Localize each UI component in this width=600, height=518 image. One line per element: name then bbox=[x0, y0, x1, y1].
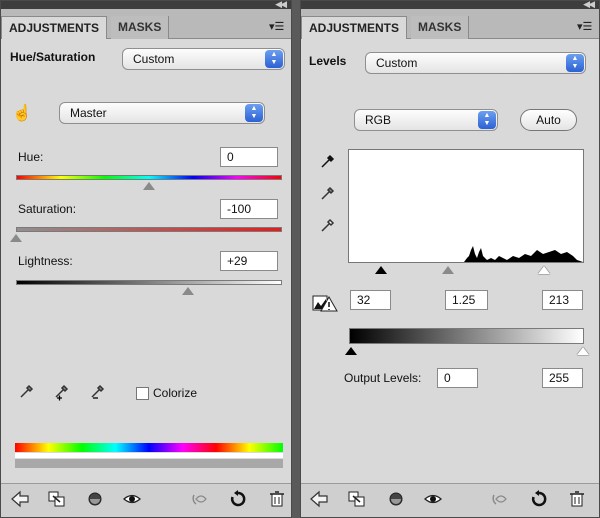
black-point-eyedropper-icon[interactable] bbox=[318, 152, 338, 172]
bar-separator bbox=[15, 453, 283, 458]
panel-top-strip: ◀◀ bbox=[301, 1, 599, 9]
preset-select-value: Custom bbox=[376, 56, 418, 70]
panel-menu-icon[interactable]: ▾☰ bbox=[269, 22, 285, 34]
output-black-field[interactable]: 0 bbox=[437, 368, 478, 388]
histogram-graph bbox=[464, 246, 583, 262]
panel-top-strip: ◀◀ bbox=[1, 1, 291, 9]
input-white-field[interactable]: 213 bbox=[542, 290, 583, 310]
saturation-slider-track[interactable] bbox=[16, 227, 282, 232]
back-arrow-icon[interactable] bbox=[10, 490, 30, 510]
updown-arrow-icon: ▲ ▼ bbox=[566, 54, 584, 72]
histogram bbox=[348, 149, 584, 263]
trash-icon[interactable] bbox=[567, 490, 587, 510]
lightness-slider-track[interactable] bbox=[16, 280, 282, 285]
lightness-label: Lightness: bbox=[18, 254, 73, 268]
visibility-state-icon[interactable] bbox=[85, 490, 105, 510]
saturation-input[interactable]: -100 bbox=[220, 199, 278, 219]
hue-input[interactable]: 0 bbox=[220, 147, 278, 167]
preset-select-value: Custom bbox=[133, 52, 175, 66]
eyedropper-plus-icon[interactable] bbox=[53, 382, 73, 402]
channel-select-value: Master bbox=[70, 106, 107, 120]
trash-icon[interactable] bbox=[267, 490, 287, 510]
clip-to-layer-icon[interactable] bbox=[347, 490, 367, 510]
tab-bar: ADJUSTMENTS MASKS ▾☰ bbox=[301, 9, 599, 39]
visibility-state-icon[interactable] bbox=[386, 490, 406, 510]
eyedropper-minus-icon[interactable] bbox=[89, 382, 109, 402]
preset-select[interactable]: Custom ▲ ▼ bbox=[122, 48, 285, 70]
eye-icon[interactable] bbox=[423, 490, 443, 510]
output-color-bar bbox=[15, 459, 283, 468]
tab-adjustments[interactable]: ADJUSTMENTS bbox=[1, 16, 108, 39]
bottom-toolbar bbox=[301, 483, 599, 517]
auto-button[interactable]: Auto bbox=[520, 109, 577, 131]
lightness-input[interactable]: +29 bbox=[220, 251, 278, 271]
eye-icon[interactable] bbox=[122, 490, 142, 510]
targeted-adjustment-hand-icon[interactable]: ☝ bbox=[12, 104, 32, 124]
levels-panel: ◀◀ ADJUSTMENTS MASKS ▾☰ Levels Custom ▲ ▼… bbox=[300, 0, 600, 518]
channel-select[interactable]: RGB ▲ ▼ bbox=[354, 109, 498, 131]
input-black-field[interactable]: 32 bbox=[350, 290, 391, 310]
updown-arrow-icon: ▲ ▼ bbox=[478, 111, 496, 129]
channel-select[interactable]: Master ▲ ▼ bbox=[59, 102, 265, 124]
tab-masks[interactable]: MASKS bbox=[111, 16, 170, 39]
view-previous-icon[interactable] bbox=[491, 490, 511, 510]
updown-arrow-icon: ▲ ▼ bbox=[245, 104, 263, 122]
view-previous-icon[interactable] bbox=[191, 490, 211, 510]
preset-select[interactable]: Custom ▲ ▼ bbox=[365, 52, 586, 74]
hue-saturation-panel: ◀◀ ADJUSTMENTS MASKS ▾☰ Hue/Saturation C… bbox=[0, 0, 292, 518]
hue-slider-track[interactable] bbox=[16, 175, 282, 180]
clip-to-layer-icon[interactable] bbox=[47, 490, 67, 510]
output-gradient-bar bbox=[349, 328, 584, 344]
colorize-checkbox[interactable] bbox=[136, 387, 149, 400]
gray-point-eyedropper-icon[interactable] bbox=[318, 184, 338, 204]
channel-select-value: RGB bbox=[365, 113, 392, 127]
saturation-label: Saturation: bbox=[18, 202, 77, 216]
tab-bar: ADJUSTMENTS MASKS ▾☰ bbox=[1, 9, 291, 39]
back-arrow-icon[interactable] bbox=[309, 490, 329, 510]
tab-adjustments[interactable]: ADJUSTMENTS bbox=[301, 16, 408, 39]
reset-icon[interactable] bbox=[529, 490, 549, 510]
eyedropper-icon[interactable] bbox=[17, 382, 37, 402]
output-white-field[interactable]: 255 bbox=[542, 368, 583, 388]
output-levels-label: Output Levels: bbox=[344, 371, 422, 385]
colorize-label: Colorize bbox=[153, 386, 198, 400]
white-point-eyedropper-icon[interactable] bbox=[318, 216, 338, 236]
panel-title: Levels bbox=[309, 54, 347, 68]
panel-title: Hue/Saturation bbox=[10, 50, 96, 64]
updown-arrow-icon: ▲ ▼ bbox=[265, 50, 283, 68]
tab-masks[interactable]: MASKS bbox=[411, 16, 470, 39]
hue-label: Hue: bbox=[18, 150, 44, 164]
input-color-bar bbox=[15, 443, 283, 452]
panel-menu-icon[interactable]: ▾☰ bbox=[577, 22, 593, 34]
clipping-warning-icon[interactable] bbox=[312, 293, 338, 313]
reset-icon[interactable] bbox=[228, 490, 248, 510]
input-gamma-field[interactable]: 1.25 bbox=[445, 290, 488, 310]
bottom-toolbar bbox=[1, 483, 291, 517]
